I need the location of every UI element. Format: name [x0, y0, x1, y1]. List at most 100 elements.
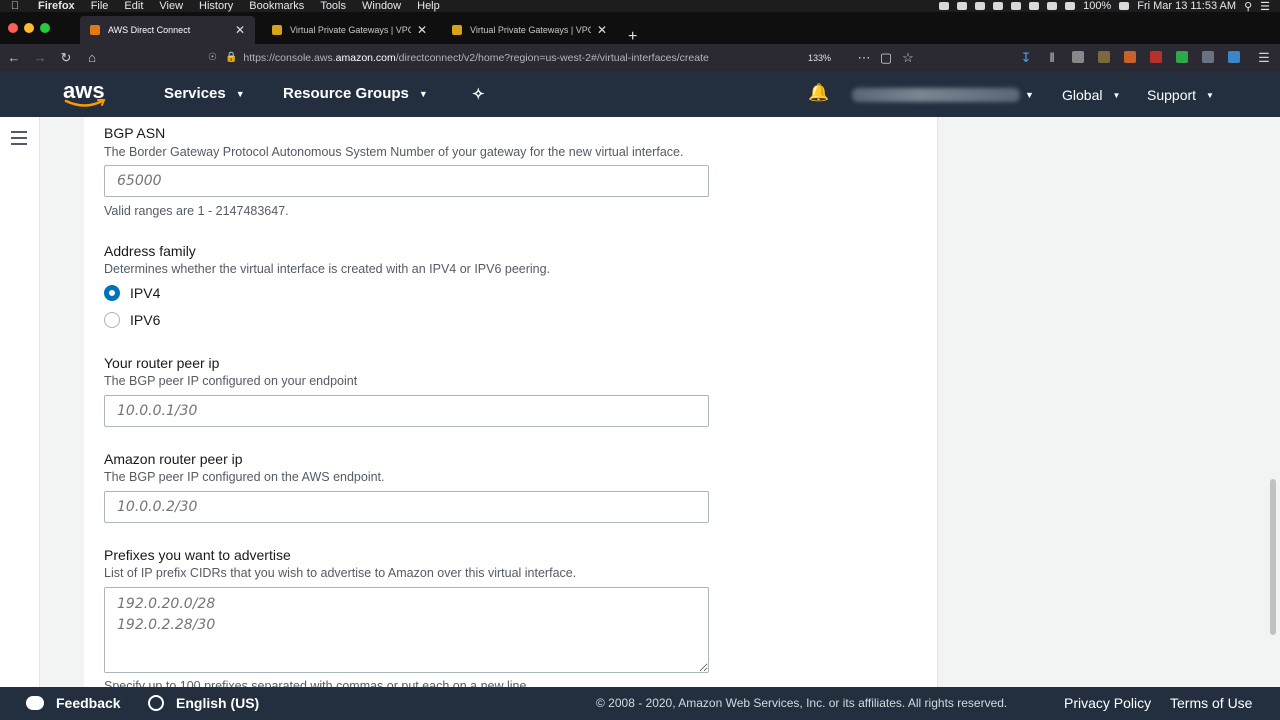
chevron-down-icon: ▼	[1206, 90, 1214, 100]
tab-aws-direct-connect[interactable]: AWS Direct Connect ✕	[80, 16, 255, 44]
notification-center-icon[interactable]: ☰	[1260, 0, 1270, 13]
services-menu[interactable]: Services ▼	[164, 85, 245, 102]
spotlight-icon[interactable]: ⚲	[1244, 0, 1252, 13]
support-menu[interactable]: Support ▼	[1147, 87, 1214, 103]
pin-icon[interactable]: ✧	[472, 85, 485, 103]
bell-icon[interactable]: 🔔	[808, 83, 829, 103]
address-family-label: Address family	[104, 243, 196, 259]
menu-view[interactable]: View	[151, 0, 191, 12]
radio-selected-icon[interactable]	[104, 285, 120, 301]
close-tab-icon[interactable]: ✕	[235, 23, 245, 37]
aws-smile-icon	[64, 99, 106, 107]
page-actions-icon[interactable]: ⋯	[854, 48, 874, 68]
radio-ipv4[interactable]: IPV4	[104, 285, 160, 301]
radio-ipv6[interactable]: IPV6	[104, 312, 160, 328]
os-menu-bar:  Firefox File Edit View History Bookmar…	[0, 0, 1280, 13]
close-tab-icon[interactable]: ✕	[417, 23, 427, 37]
back-icon[interactable]: ←	[4, 48, 24, 68]
extension-icon[interactable]	[1202, 51, 1214, 63]
menu-window[interactable]: Window	[354, 0, 409, 12]
menu-icon[interactable]: ☰	[1254, 48, 1274, 68]
menu-bookmarks[interactable]: Bookmarks	[241, 0, 312, 12]
chevron-down-icon: ▼	[418, 88, 428, 99]
tray-icon[interactable]	[975, 2, 986, 10]
tray-icon[interactable]	[939, 2, 950, 10]
forward-icon[interactable]: →	[30, 48, 50, 68]
menu-help[interactable]: Help	[409, 0, 448, 12]
close-window-icon[interactable]	[8, 23, 18, 33]
bgp-asn-hint: Valid ranges are 1 - 2147483647.	[104, 204, 289, 218]
tray-icon[interactable]	[957, 2, 968, 10]
terms-of-use-link[interactable]: Terms of Use	[1170, 695, 1252, 711]
page-scrollbar[interactable]	[1270, 479, 1276, 635]
extension-icon[interactable]	[1228, 51, 1240, 63]
tab-virtual-private-gateways[interactable]: Virtual Private Gateways | VPC ✕	[262, 16, 437, 44]
aws-logo[interactable]: aws	[62, 77, 110, 111]
extension-icon[interactable]	[1176, 51, 1188, 63]
privacy-policy-link[interactable]: Privacy Policy	[1064, 695, 1151, 711]
menu-history[interactable]: History	[191, 0, 241, 12]
side-nav-collapsed	[0, 117, 40, 687]
router-peer-ip-input[interactable]	[104, 395, 709, 427]
zoom-window-icon[interactable]	[40, 23, 50, 33]
downloads-icon[interactable]: ↧	[1016, 48, 1036, 68]
copyright-text: © 2008 - 2020, Amazon Web Services, Inc.…	[596, 696, 1008, 710]
chevron-down-icon: ▼	[1112, 90, 1121, 100]
clock[interactable]: Fri Mar 13 11:53 AM	[1137, 0, 1236, 12]
prefixes-description: List of IP prefix CIDRs that you wish to…	[104, 566, 577, 580]
bluetooth-icon[interactable]	[1029, 2, 1040, 10]
home-icon[interactable]: ⌂	[82, 48, 102, 68]
menu-edit[interactable]: Edit	[116, 0, 151, 12]
feedback-button[interactable]: Feedback	[26, 695, 121, 711]
browser-tab-strip: AWS Direct Connect ✕ Virtual Private Gat…	[0, 12, 1280, 45]
region-menu[interactable]: Global ▼	[1062, 87, 1120, 103]
radio-unselected-icon[interactable]	[104, 312, 120, 328]
tray-icon[interactable]	[1011, 2, 1022, 10]
bgp-asn-input[interactable]	[104, 165, 709, 197]
menu-file[interactable]: File	[83, 0, 117, 12]
sidebar-icon[interactable]	[1072, 51, 1084, 63]
tab-virtual-private-gateways[interactable]: Virtual Private Gateways | VPC ✕	[442, 16, 617, 44]
feedback-label: Feedback	[56, 695, 121, 711]
extension-icon[interactable]	[1098, 51, 1110, 63]
bookmark-star-icon[interactable]: ☆	[898, 48, 918, 68]
tab-title: Virtual Private Gateways | VPC	[470, 25, 591, 35]
extension-icon[interactable]	[1150, 51, 1162, 63]
lock-icon: ☉	[208, 52, 217, 63]
bgp-asn-label: BGP ASN	[104, 125, 166, 141]
pocket-icon[interactable]: ▢	[876, 48, 896, 68]
menu-tools[interactable]: Tools	[312, 0, 354, 12]
url-suffix: /directconnect/v2/home?region=us-west-2#…	[395, 51, 709, 64]
prefixes-label: Prefixes you want to advertise	[104, 547, 291, 563]
amazon-peer-ip-input[interactable]	[104, 491, 709, 523]
battery-percent[interactable]: 100%	[1083, 0, 1111, 12]
wifi-icon[interactable]	[1047, 2, 1058, 10]
amazon-peer-ip-description: The BGP peer IP configured on the AWS en…	[104, 470, 385, 484]
support-label: Support	[1147, 87, 1197, 103]
volume-icon[interactable]	[1065, 2, 1076, 10]
tab-title: AWS Direct Connect	[108, 25, 191, 35]
url-bar[interactable]: ☉ 🔒 https://console.aws. amazon.com/direc…	[198, 46, 918, 69]
language-selector[interactable]: English (US)	[148, 695, 259, 711]
radio-ipv6-label: IPV6	[130, 312, 161, 328]
minimize-window-icon[interactable]	[24, 23, 34, 33]
resource-groups-menu[interactable]: Resource Groups ▼	[283, 85, 428, 102]
hamburger-icon[interactable]	[11, 131, 27, 145]
battery-icon	[1119, 2, 1130, 10]
extension-icon[interactable]	[1124, 51, 1136, 63]
reload-icon[interactable]: ↻	[56, 48, 76, 68]
account-menu-blurred[interactable]	[852, 88, 1020, 102]
globe-icon	[148, 695, 164, 711]
chevron-down-icon: ▼	[235, 88, 245, 99]
language-label: English (US)	[176, 695, 260, 711]
tray-icon[interactable]	[993, 2, 1004, 10]
close-tab-icon[interactable]: ✕	[597, 23, 607, 37]
zoom-level[interactable]: 133%	[808, 53, 831, 63]
tab-title: Virtual Private Gateways | VPC	[290, 25, 411, 35]
apple-icon[interactable]: 	[0, 0, 30, 12]
prefixes-textarea[interactable]	[104, 587, 709, 673]
menu-app-name[interactable]: Firefox	[30, 0, 83, 12]
amazon-peer-ip-label: Amazon router peer ip	[104, 451, 243, 467]
library-icon[interactable]: ‖	[1042, 48, 1062, 68]
chevron-down-icon[interactable]: ▼	[1025, 90, 1034, 100]
